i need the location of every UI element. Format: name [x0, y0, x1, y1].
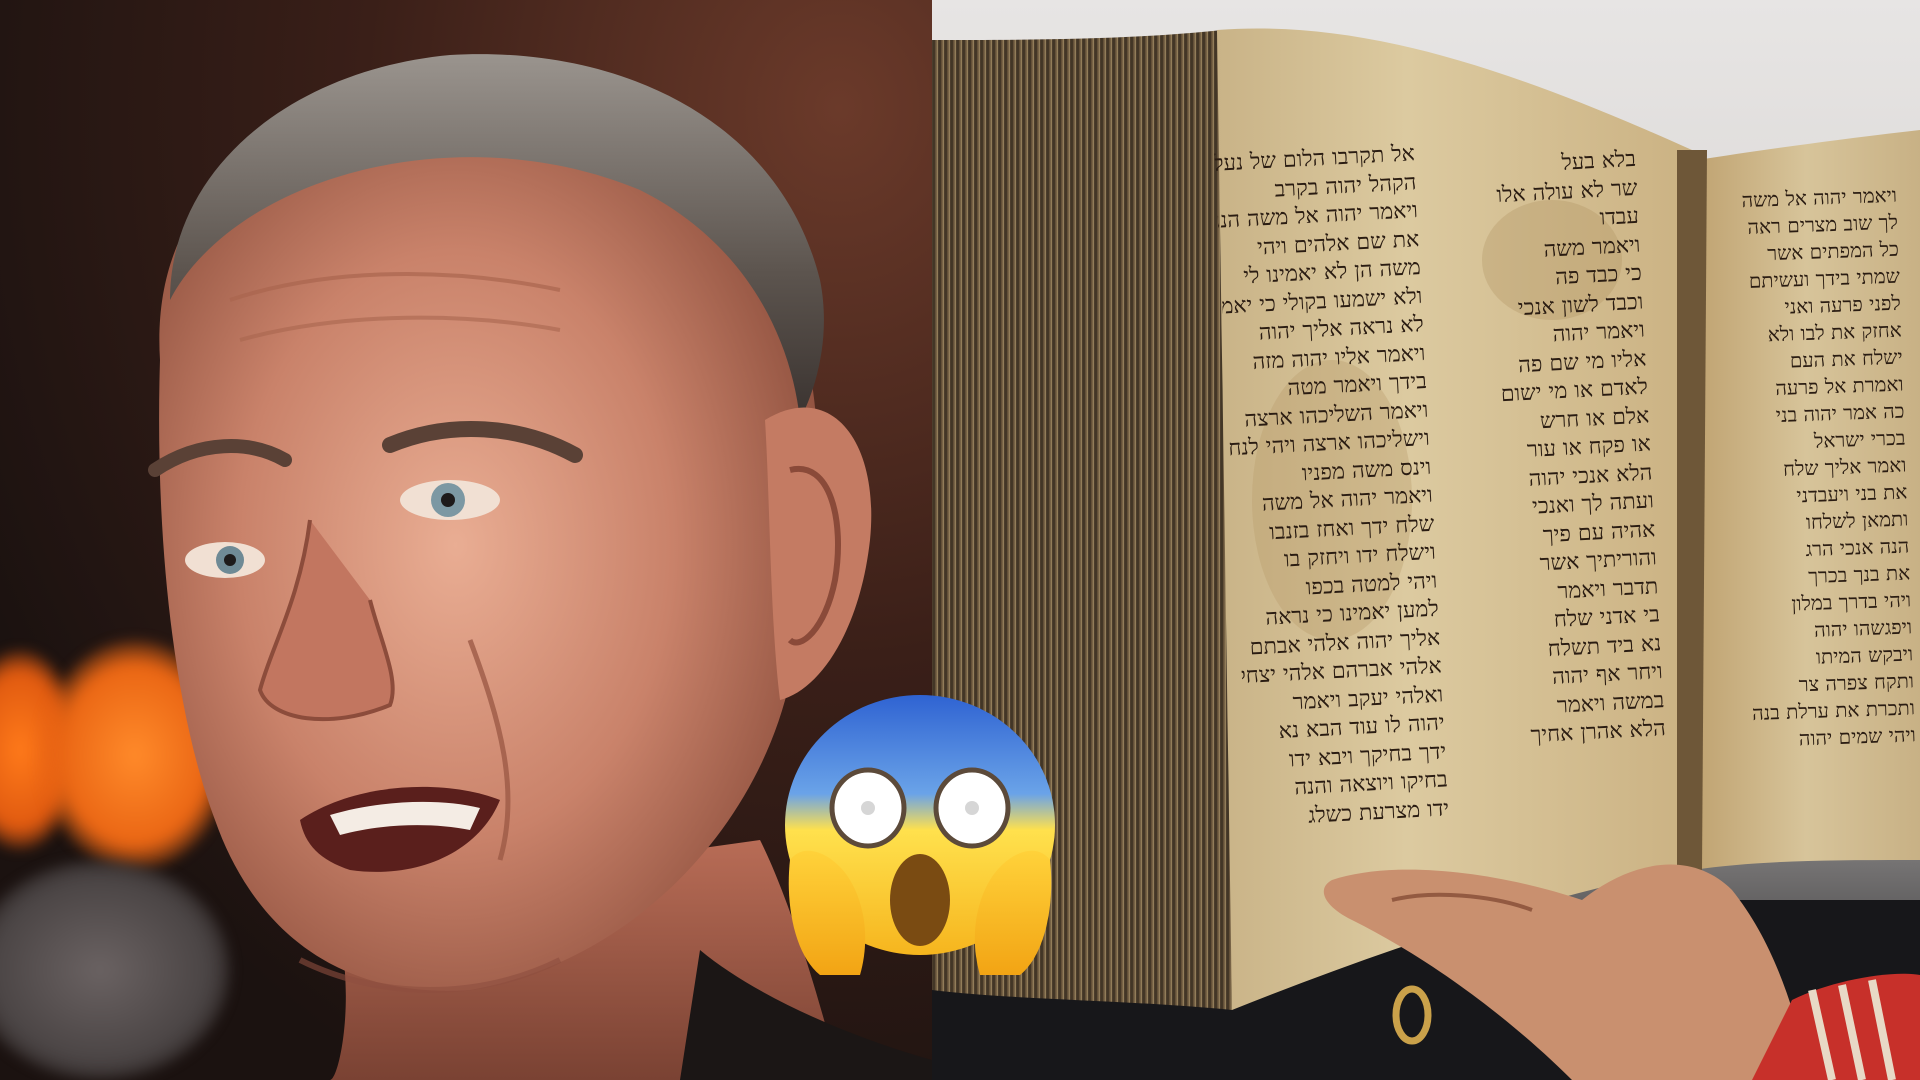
emoji-mouth [890, 854, 950, 946]
manuscript-panel: אל תקרבו הלום של נעליך הקהל יהוה בקרב ויאמ… [932, 0, 1920, 1080]
text-column-left-page: ויאמר יהוה אל משה לך שוב מצרים ראה כל המפת… [1697, 182, 1918, 789]
text-column-middle: בלא בעל שר לא עולה אלו עבדו ויאמר משה כי כבד… [1460, 146, 1668, 794]
manuscript-line: ויהי שמים יהוה [1798, 722, 1917, 751]
left-pupil [224, 554, 236, 566]
screaming-face-emoji [785, 695, 1055, 975]
right-pupil [441, 493, 455, 507]
emoji-right-pupil [965, 801, 979, 815]
text-column-right-page: אל תקרבו הלום של נעליך הקהל יהוה בקרב ויאמ… [1214, 140, 1449, 830]
collage-canvas: אל תקרבו הלום של נעליך הקהל יהוה בקרב ויאמ… [0, 0, 1920, 1080]
emoji-left-pupil [861, 801, 875, 815]
ear [765, 407, 872, 700]
